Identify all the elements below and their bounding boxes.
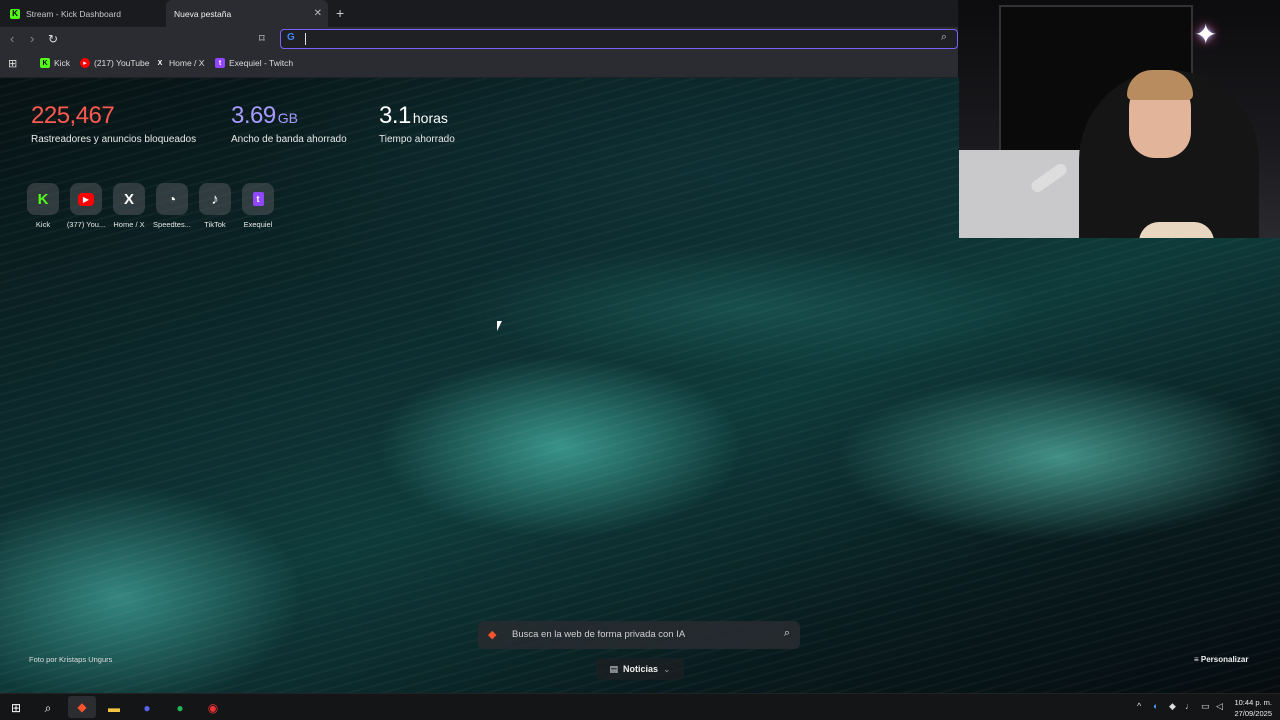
tab-label: Nueva pestaña	[174, 8, 232, 19]
clock-date: 27/09/2025	[1234, 709, 1272, 718]
ai-search-placeholder: Busca en la web de forma privada con IA	[512, 629, 686, 640]
close-icon[interactable]: ✕	[314, 8, 322, 19]
google-icon: G	[287, 32, 295, 43]
search-icon[interactable]: ⌕	[941, 31, 947, 44]
bookmark-label: Kick	[54, 58, 71, 68]
news-button[interactable]: ▤ Noticias ⌄	[596, 658, 684, 680]
stat-unit: horas	[412, 110, 448, 126]
tab-kick-dashboard[interactable]: K Stream - Kick Dashboard	[6, 0, 166, 27]
sliders-icon: ≡	[1194, 655, 1201, 664]
bookmark-x[interactable]: X Home / X	[155, 58, 205, 68]
back-icon[interactable]: ‹	[10, 31, 14, 46]
chevron-up-icon[interactable]: ^	[1137, 701, 1141, 711]
apps-grid-icon[interactable]: ⊞	[8, 57, 17, 70]
tab-new-tab[interactable]: Nueva pestaña ✕	[166, 0, 328, 27]
toolbar: ‹ › ↻ ⌑ G ⌕	[0, 27, 958, 52]
spotify-icon[interactable]: ●	[171, 699, 189, 717]
tiktok-icon: ♪	[199, 183, 231, 215]
twitch-icon: t	[215, 58, 225, 68]
file-explorer-icon[interactable]: ▬	[105, 699, 123, 717]
volume-icon[interactable]: ◁	[1216, 701, 1223, 712]
text-caret	[305, 33, 306, 45]
bookmark-label: Exequiel - Twitch	[229, 58, 294, 68]
new-tab-button[interactable]: +	[336, 5, 344, 21]
stat-label: Ancho de banda ahorrado	[231, 134, 347, 145]
shortcut-label: Kick	[35, 220, 51, 229]
twitch-icon: t	[242, 183, 274, 215]
tab-label: Stream - Kick Dashboard	[26, 8, 121, 19]
clock[interactable]: 10:44 p. m. 27/09/2025	[1234, 697, 1272, 719]
microphone-icon[interactable]: ♩	[1185, 701, 1194, 711]
x-icon: X	[157, 59, 163, 67]
bookmark-twitch[interactable]: t Exequiel - Twitch	[215, 58, 293, 68]
stat-value: 3.69	[231, 102, 276, 129]
shortcut-label: (377) You...	[66, 220, 106, 229]
shortcut-tiktok[interactable]: ♪ TikTok	[193, 183, 237, 229]
cam-bowl	[1139, 222, 1214, 238]
forward-icon[interactable]: ›	[30, 31, 34, 46]
shortcut-label: Speedtes...	[153, 220, 191, 229]
bookmark-label: Home / X	[169, 58, 205, 68]
stat-label: Rastreadores y anuncios bloqueados	[31, 134, 197, 145]
shortcut-twitch[interactable]: t Exequiel	[236, 183, 280, 229]
customize-label: Personalizar	[1200, 655, 1249, 664]
tray-app-icon[interactable]: ◆	[1169, 701, 1176, 712]
neon-sign: ✦	[1194, 19, 1218, 50]
customize-button[interactable]: ≡ Personalizar	[1194, 655, 1248, 664]
chevron-down-icon: ⌄	[662, 663, 671, 674]
news-label: Noticias	[622, 664, 658, 674]
shortcut-youtube[interactable]: ▶ (377) You...	[64, 183, 108, 229]
bookmarks-bar: ⊞ K Kick ▸ (217) YouTube X Home / X t Ex…	[0, 52, 958, 78]
address-bar[interactable]: G ⌕	[280, 29, 958, 49]
bookmark-youtube[interactable]: ▸ (217) YouTube	[80, 58, 149, 68]
stat-time-saved: 3.1 horas Tiempo ahorrado	[379, 102, 455, 145]
stat-value: 225,467	[31, 102, 115, 129]
bookmark-label: (217) YouTube	[94, 58, 150, 68]
bookmark-icon[interactable]: ⌑	[259, 32, 265, 45]
news-icon: ▤	[609, 663, 618, 674]
stat-unit: GB	[277, 110, 298, 126]
brave-icon: ◆	[488, 629, 497, 641]
mouse-cursor	[497, 321, 502, 331]
clock-time: 10:44 p. m.	[1234, 698, 1272, 707]
webcam-overlay: ✦	[959, 0, 1280, 238]
youtube-icon: ▸	[80, 58, 90, 68]
cam-wall	[959, 150, 1089, 238]
x-icon: X	[113, 183, 145, 215]
obs-icon[interactable]: ◉	[204, 699, 222, 717]
photo-credit[interactable]: Foto por Kristaps Ungurs	[29, 655, 112, 664]
brave-taskbar-icon[interactable]: ◆	[68, 696, 96, 718]
tab-bar: K Stream - Kick Dashboard Nueva pestaña …	[0, 0, 958, 27]
shortcut-label: Home / X	[113, 220, 145, 229]
bookmark-kick[interactable]: K Kick	[40, 58, 70, 68]
shortcut-x[interactable]: X Home / X	[107, 183, 151, 229]
shortcut-label: Exequiel	[243, 220, 273, 229]
shortcut-kick[interactable]: K Kick	[21, 183, 65, 229]
windows-start-icon[interactable]: ⊞	[7, 699, 25, 717]
shortcut-speedtest[interactable]: ◔ Speedtes...	[150, 183, 194, 229]
cam-hair	[1127, 70, 1193, 100]
stat-value: 3.1	[379, 102, 411, 129]
youtube-icon: ▶	[70, 183, 102, 215]
shortcut-label: TikTok	[204, 220, 226, 229]
speedtest-icon: ◔	[156, 183, 188, 215]
reload-icon[interactable]: ↻	[48, 32, 58, 46]
network-icon[interactable]: ▭	[1201, 701, 1210, 712]
kick-icon: K	[27, 183, 59, 215]
kick-icon: K	[10, 8, 20, 19]
stat-trackers-blocked: 225,467 Rastreadores y anuncios bloquead…	[31, 102, 196, 145]
discord-icon[interactable]: ●	[138, 699, 156, 717]
taskbar: ⊞ ⌕ ◆ ▬ ● ● ◉ ^ ◐ ◆ ♩ ▭ ◁ 10:44 p. m. 27…	[0, 693, 1280, 720]
stat-bandwidth-saved: 3.69 GB Ancho de banda ahorrado	[231, 102, 347, 145]
stat-label: Tiempo ahorrado	[379, 134, 455, 145]
steam-icon[interactable]: ◐	[1153, 701, 1158, 711]
ai-search-box[interactable]: ◆ Busca en la web de forma privada con I…	[478, 621, 800, 649]
search-icon[interactable]: ⌕	[784, 627, 790, 640]
search-icon[interactable]: ⌕	[39, 699, 57, 717]
kick-icon: K	[40, 58, 50, 68]
